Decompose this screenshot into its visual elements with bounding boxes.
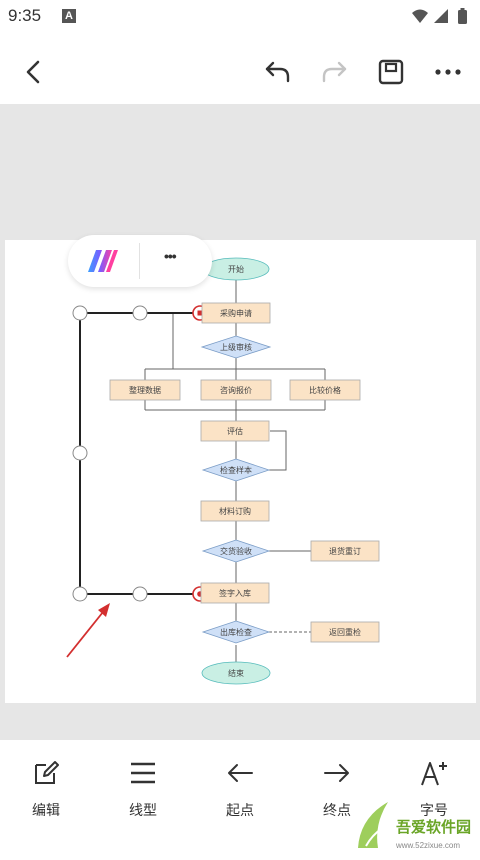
back-arrow-icon [26,60,40,84]
notification-icon: A [62,9,76,23]
svg-text:咨询报价: 咨询报价 [220,385,252,395]
arrow-left-icon [228,764,253,782]
red-pointer-arrow [66,603,110,658]
app-logo-button[interactable] [86,248,120,279]
watermark-url: www.52zixue.com [395,841,460,850]
popup-more-button[interactable]: ••• [164,248,177,264]
svg-text:结束: 结束 [228,668,244,678]
line-type-label: 线型 [129,802,157,818]
status-time: 9:35 [8,6,42,25]
svg-text:检查样本: 检查样本 [220,465,252,475]
more-icon [435,69,461,75]
node-return-check[interactable]: 返回重检 [310,621,380,643]
start-point-label: 起点 [226,802,254,818]
popup-divider [139,243,140,279]
svg-text:上级审核: 上级审核 [220,342,252,352]
svg-text:退货重订: 退货重订 [329,546,361,556]
redo-icon [322,61,347,83]
font-size-icon [421,762,447,786]
wifi-icon [412,9,428,23]
svg-text:材料订购: 材料订购 [219,506,251,516]
undo-button[interactable] [258,52,298,92]
node-out-check[interactable]: 出库检查 [201,620,271,644]
battery-icon [458,8,467,24]
line-type-button[interactable]: 线型 [108,756,178,820]
svg-text:出库检查: 出库检查 [220,627,252,637]
more-button[interactable] [428,52,468,92]
edit-button[interactable]: 编辑 [11,756,81,820]
svg-text:评估: 评估 [227,426,243,436]
drawing-canvas[interactable]: 开始 采购申请 上级审核 整理数据 咨询报价 比较价格 评估 检查样本 材料订购… [0,104,480,740]
arrow-right-icon [324,764,349,782]
svg-text:采购申请: 采购申请 [220,308,252,318]
selection-popup: ••• [68,235,212,287]
node-return-order[interactable]: 退货重订 [310,540,380,562]
svg-text:签字入库: 签字入库 [219,588,251,598]
watermark-logo-icon [358,802,397,848]
node-apply[interactable]: 采购申请 [201,302,271,324]
node-end[interactable]: 结束 [201,661,271,685]
node-start[interactable]: 开始 [202,257,270,281]
flowchart-sheet[interactable]: 开始 采购申请 上级审核 整理数据 咨询报价 比较价格 评估 检查样本 材料订购… [5,240,476,703]
node-order[interactable]: 材料订购 [200,500,270,522]
back-button[interactable] [14,52,54,92]
top-toolbar [0,40,480,104]
svg-text:返回重检: 返回重检 [329,627,361,637]
start-point-button[interactable]: 起点 [205,756,275,820]
save-button[interactable] [371,52,411,92]
node-delivery[interactable]: 交货验收 [201,539,271,563]
node-start-label: 开始 [228,264,244,274]
redo-button[interactable] [314,52,354,92]
undo-icon [265,61,290,83]
node-compare[interactable]: 比较价格 [289,379,361,401]
node-warehouse[interactable]: 签字入库 [200,582,270,604]
node-inquiry[interactable]: 咨询报价 [200,379,272,401]
edit-icon [35,761,59,784]
status-icons [410,8,472,31]
node-approve[interactable]: 上级审核 [200,335,272,359]
status-bar: 9:35 A [0,0,480,34]
selected-connector[interactable] [72,305,208,602]
line-type-icon [131,762,155,784]
node-check-sample[interactable]: 检查样本 [201,458,271,482]
node-collect[interactable]: 整理数据 [109,379,181,401]
watermark-brand: 吾爱软件园 [396,818,471,836]
svg-text:交货验收: 交货验收 [220,546,252,556]
node-evaluate[interactable]: 评估 [200,420,270,442]
svg-text:整理数据: 整理数据 [129,385,161,395]
watermark: 吾爱软件园 www.52zixue.com [352,788,480,855]
flowchart[interactable]: 开始 采购申请 上级审核 整理数据 咨询报价 比较价格 评估 检查样本 材料订购… [5,240,476,703]
svg-text:比较价格: 比较价格 [309,385,341,395]
signal-icon [434,9,448,23]
app-logo-icon [88,250,118,272]
edit-label: 编辑 [32,802,60,818]
save-icon [378,59,404,85]
